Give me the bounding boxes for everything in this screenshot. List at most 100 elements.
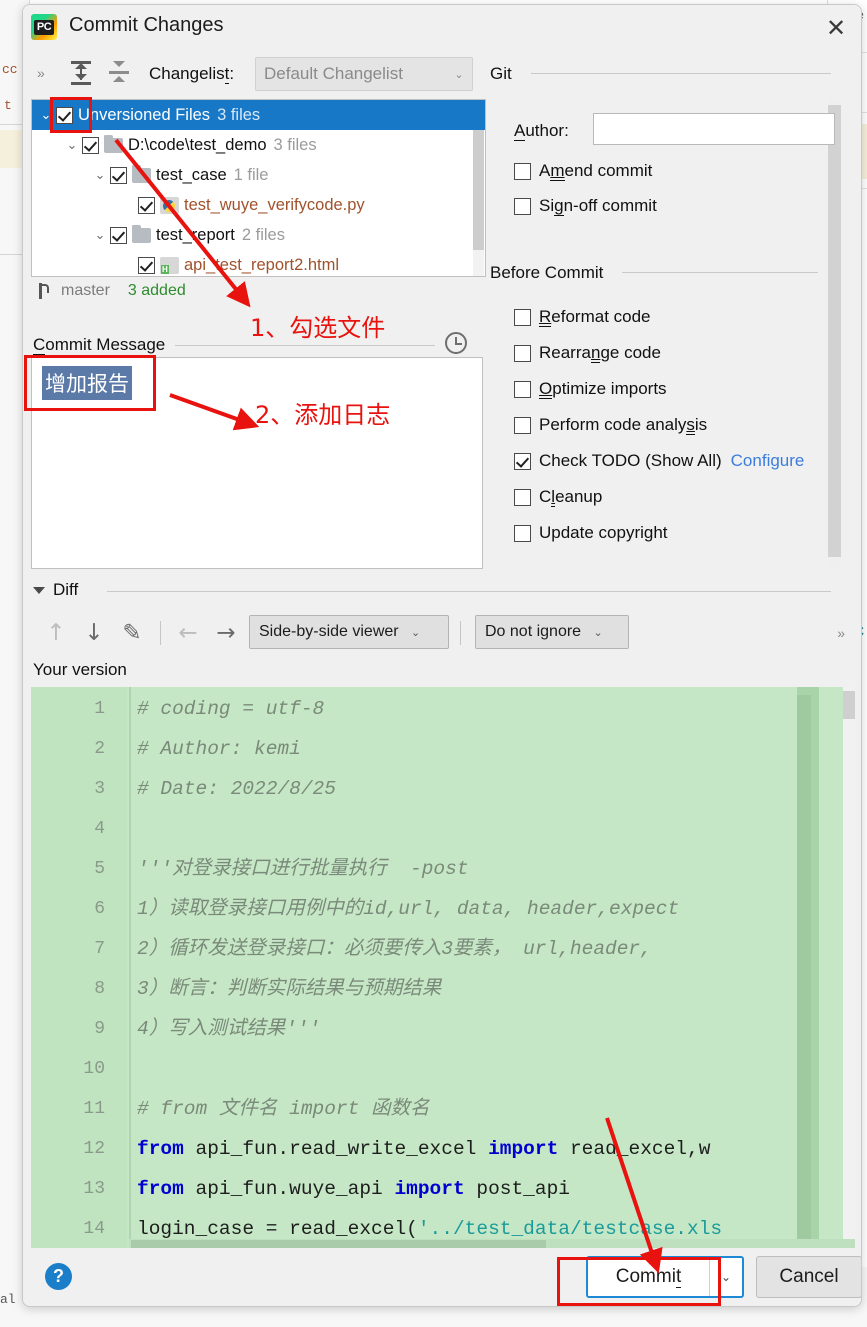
tree-checkbox[interactable] <box>56 106 73 124</box>
chevron-down-icon[interactable]: ⌄ <box>36 107 56 123</box>
tree-row-api-test-report2-html[interactable]: api_test_report2.html <box>32 250 485 276</box>
update-copyright-checkbox[interactable]: Update copyright <box>514 523 668 543</box>
tree-row-test-report[interactable]: ⌄ test_report 2 files <box>32 220 485 250</box>
line-text: # from 文件名 import 函数名 <box>137 1098 430 1120</box>
optimize-imports-checkbox[interactable]: Optimize imports <box>514 379 667 399</box>
check-todo-label: Check TODO (Show All) <box>539 451 722 470</box>
signoff-commit-label: Sign-off commit <box>539 196 657 216</box>
checkbox-box[interactable] <box>514 162 531 180</box>
arrow-left-icon[interactable]: ← <box>175 620 201 646</box>
toolbar-overflow-icon[interactable]: » <box>37 65 45 81</box>
diff-toolbar: ↑ ↓ ✎ ← → Side-by-side viewer ⌄ Do not i… <box>23 607 861 657</box>
diff-code-pane[interactable]: 1 # coding = utf-8 2 # Author: kemi 3 # … <box>31 687 855 1252</box>
checkbox-box[interactable] <box>514 524 531 542</box>
tree-row-label: test_case <box>156 165 227 184</box>
rearrange-code-label: Rearrange code <box>539 343 661 363</box>
diff-toolbar-overflow-icon[interactable]: » <box>837 625 845 641</box>
chevron-down-icon[interactable]: ⌄ <box>90 227 110 243</box>
line-number: 11 <box>83 1099 105 1119</box>
check-todo-checkbox[interactable]: Check TODO (Show All) Configure <box>514 451 804 471</box>
tree-row-test-case[interactable]: ⌄ test_case 1 file <box>32 160 485 190</box>
line-number: 13 <box>83 1179 105 1199</box>
tree-checkbox[interactable] <box>110 166 127 184</box>
checkbox-box[interactable] <box>514 344 531 362</box>
commit-message-input[interactable]: 增加报告 <box>31 357 483 569</box>
commit-message-rule <box>175 345 435 346</box>
tree-row-unversioned-files[interactable]: ⌄ Unversioned Files 3 files <box>32 100 485 130</box>
checkbox-box[interactable] <box>514 380 531 398</box>
viewer-mode-select[interactable]: Side-by-side viewer ⌄ <box>249 615 449 649</box>
line-number: 1 <box>94 699 105 719</box>
bg-left-text-1: cc <box>2 62 18 77</box>
line-text: # Date: 2022/8/25 <box>137 778 336 800</box>
checkbox-box[interactable] <box>514 452 531 470</box>
pencil-icon[interactable]: ✎ <box>119 620 145 646</box>
ignore-mode-select[interactable]: Do not ignore ⌄ <box>475 615 629 649</box>
cleanup-checkbox[interactable]: Cleanup <box>514 487 602 507</box>
tree-row-count: 2 files <box>241 225 285 244</box>
tree-row-count: 3 files <box>273 135 317 154</box>
author-field[interactable] <box>593 113 835 145</box>
configure-link[interactable]: Configure <box>731 451 805 471</box>
line-number: 10 <box>83 1059 105 1079</box>
checkbox-box[interactable] <box>514 308 531 326</box>
checkbox-box[interactable] <box>514 488 531 506</box>
code-vertical-scrollbar-thumb[interactable] <box>843 691 855 719</box>
help-icon[interactable]: ? <box>45 1263 72 1290</box>
options-scrollbar-thumb[interactable] <box>828 105 841 557</box>
clock-icon[interactable] <box>445 332 467 354</box>
tree-checkbox[interactable] <box>110 226 127 244</box>
commit-options-panel: Author: Amend commit Sign-off commit Bef… <box>490 99 845 569</box>
tree-checkbox[interactable] <box>138 196 155 214</box>
checkbox-box[interactable] <box>514 416 531 434</box>
code-line: 6 1）读取登录接口用例中的id,url, data, header,expec… <box>31 889 855 930</box>
line-text: # coding = utf-8 <box>137 698 325 720</box>
arrow-up-icon[interactable]: ↑ <box>43 620 69 646</box>
tree-checkbox[interactable] <box>138 256 155 274</box>
rearrange-code-checkbox[interactable]: Rearrange code <box>514 343 661 363</box>
close-icon[interactable]: ✕ <box>819 13 853 43</box>
update-copyright-label: Update copyright <box>539 523 668 542</box>
tree-row-label: D:\code\test_demo <box>128 135 267 154</box>
changed-files-tree[interactable]: ⌄ Unversioned Files 3 files ⌄ D:\code\te… <box>31 99 486 277</box>
tree-row-count: 3 files <box>217 105 261 124</box>
collapse-all-icon[interactable] <box>105 59 133 87</box>
added-count: 3 added <box>127 282 186 299</box>
chevron-down-icon[interactable]: ⌄ <box>62 137 82 153</box>
perform-code-analysis-checkbox[interactable]: Perform code analysis <box>514 415 707 435</box>
line-number: 14 <box>83 1219 105 1239</box>
chevron-down-icon: ⌄ <box>593 626 603 639</box>
line-number: 7 <box>94 939 105 959</box>
cancel-button[interactable]: Cancel <box>756 1256 861 1298</box>
line-number: 5 <box>94 859 105 879</box>
diff-section-header[interactable]: Diff <box>33 580 78 600</box>
commit-button[interactable]: Commit ⌄ <box>586 1256 744 1298</box>
chevron-down-icon[interactable]: ⌄ <box>90 167 110 183</box>
amend-commit-checkbox[interactable]: Amend commit <box>514 161 652 181</box>
diff-pane-title: Your version <box>33 660 127 679</box>
code-line: 10 <box>31 1049 855 1090</box>
chevron-down-icon: ⌄ <box>454 68 464 81</box>
line-number: 9 <box>94 1019 105 1039</box>
arrow-right-icon[interactable]: → <box>213 620 239 646</box>
reformat-code-checkbox[interactable]: Reformat code <box>514 307 651 327</box>
checkbox-box[interactable] <box>514 197 531 215</box>
signoff-commit-checkbox[interactable]: Sign-off commit <box>514 196 657 216</box>
chevron-down-icon[interactable] <box>33 586 45 594</box>
code-line: 4 <box>31 809 855 850</box>
code-line: 3 # Date: 2022/8/25 <box>31 769 855 810</box>
code-vertical-scrollbar[interactable] <box>843 687 855 1252</box>
changelist-select[interactable]: Default Changelist ⌄ <box>255 57 473 91</box>
author-label: Author: <box>514 121 569 141</box>
arrow-down-icon[interactable]: ↓ <box>81 620 107 646</box>
tree-row-test-wuye-verifycode-py[interactable]: test_wuye_verifycode.py <box>32 190 485 220</box>
tree-row-test-demo[interactable]: ⌄ D:\code\test_demo 3 files <box>32 130 485 160</box>
expand-all-icon[interactable] <box>67 59 95 87</box>
cleanup-label: Cleanup <box>539 487 603 507</box>
diff-minimap-thumb[interactable] <box>797 695 811 1243</box>
folder-icon <box>132 224 151 243</box>
chevron-down-icon[interactable]: ⌄ <box>710 1270 742 1284</box>
tree-checkbox[interactable] <box>82 136 99 154</box>
commit-message-label: Commit Message <box>33 335 166 355</box>
code-line: 2 # Author: kemi <box>31 729 855 770</box>
